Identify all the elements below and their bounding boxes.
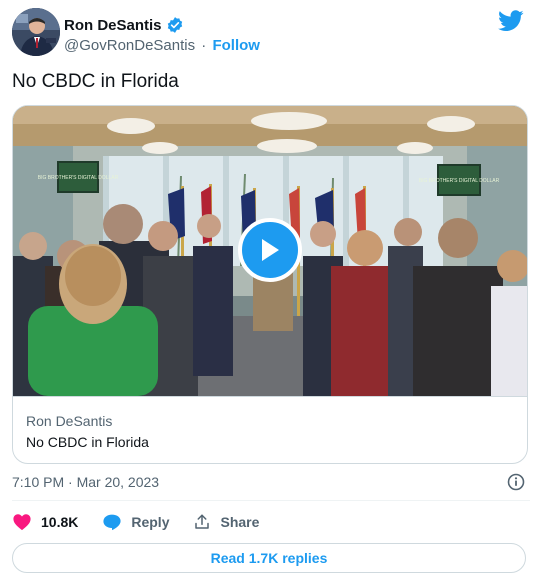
separator-dot: · xyxy=(201,37,207,54)
tweet-timestamp[interactable]: 7:10 PM · Mar 20, 2023 xyxy=(12,474,159,490)
tweet-text: No CBDC in Florida xyxy=(12,71,179,92)
twitter-bird-icon[interactable] xyxy=(498,10,524,32)
like-count: 10.8K xyxy=(41,514,79,530)
video-thumbnail[interactable]: BIG BROTHER'S DIGITAL DOLLAR BIG BROTHER… xyxy=(13,106,527,396)
author-name-row: Ron DeSantis xyxy=(64,16,184,34)
play-icon xyxy=(262,239,279,261)
info-icon[interactable] xyxy=(506,472,526,492)
card-meta[interactable]: Ron DeSantis No CBDC in Florida xyxy=(13,396,527,463)
card-source: Ron DeSantis xyxy=(26,413,113,429)
author-handle-row: @GovRonDeSantis · Follow xyxy=(64,37,260,54)
share-label: Share xyxy=(220,514,260,530)
verified-badge-icon xyxy=(167,17,182,33)
author-name[interactable]: Ron DeSantis xyxy=(64,17,162,34)
card-title: No CBDC in Florida xyxy=(26,434,149,450)
tweet-header: Ron DeSantis @GovRonDeSantis · Follow xyxy=(12,8,530,60)
avatar[interactable] xyxy=(12,8,60,56)
author-handle[interactable]: @GovRonDeSantis xyxy=(64,37,195,54)
reply-label: Reply xyxy=(131,514,170,530)
action-bar: 10.8K Reply Share xyxy=(12,511,283,533)
reply-button[interactable]: Reply xyxy=(102,513,169,531)
media-card[interactable]: BIG BROTHER'S DIGITAL DOLLAR BIG BROTHER… xyxy=(12,105,528,464)
play-button[interactable] xyxy=(238,218,302,282)
divider xyxy=(12,500,530,501)
read-replies-button[interactable]: Read 1.7K replies xyxy=(12,543,526,573)
screen-text-right: BIG BROTHER'S DIGITAL DOLLAR xyxy=(419,178,500,184)
share-button[interactable]: Share xyxy=(193,513,259,531)
like-button[interactable]: 10.8K xyxy=(12,513,78,531)
screen-text-left: BIG BROTHER'S DIGITAL DOLLAR xyxy=(38,175,119,181)
avatar-photo-icon xyxy=(12,8,60,56)
follow-button[interactable]: Follow xyxy=(212,37,260,54)
reply-bubble-icon xyxy=(103,514,121,531)
share-icon xyxy=(195,514,210,529)
heart-icon xyxy=(13,514,31,531)
